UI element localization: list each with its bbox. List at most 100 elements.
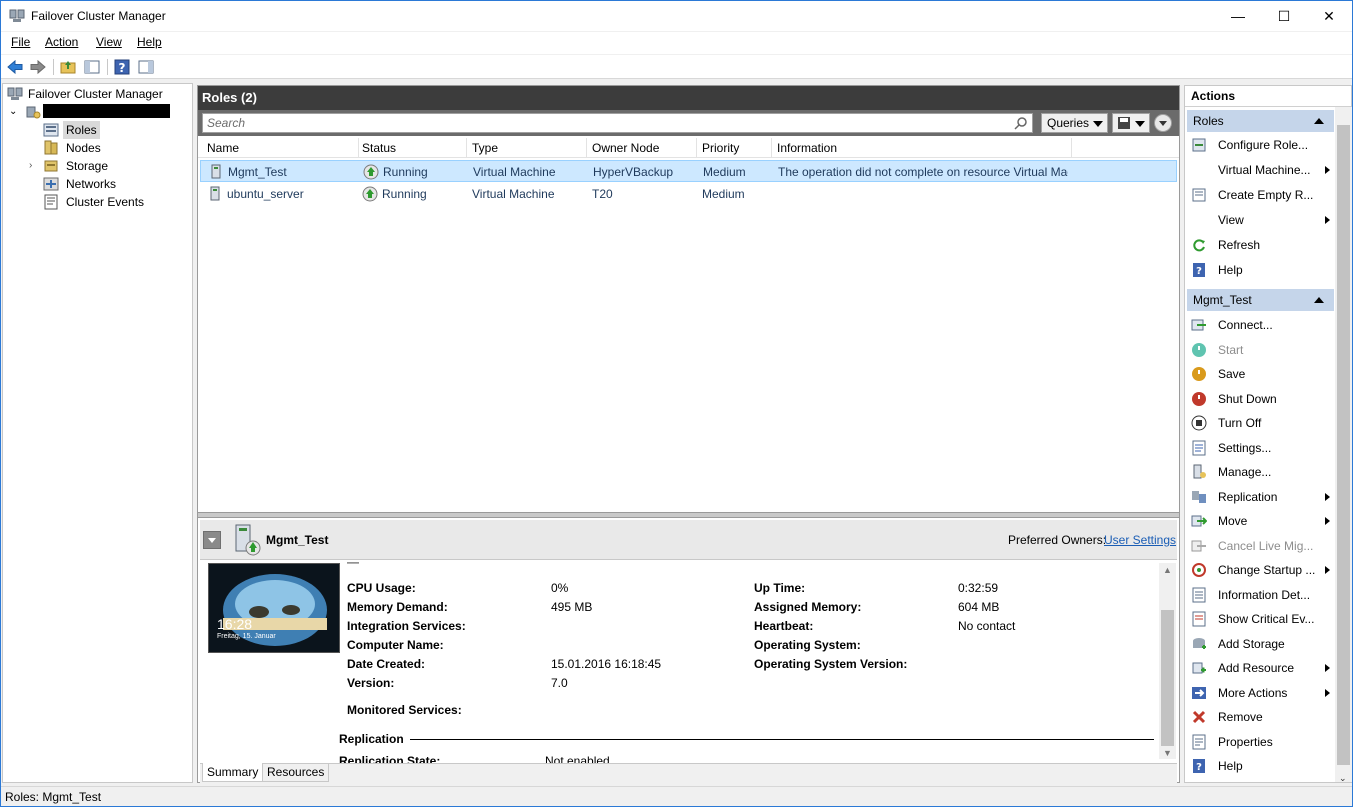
vm-action-5[interactable]: Settings... [1187,436,1334,460]
vm-action-16[interactable]: Remove [1187,705,1334,729]
virtual-machine-icon [210,186,220,201]
svg-text:?: ? [119,61,126,75]
detail-scrollbar[interactable]: ▲ ▼ [1159,563,1176,759]
vm-action-label: Change Startup ... [1218,563,1316,577]
actions-section-vm[interactable]: Mgmt_Test [1187,289,1334,311]
vm-action-11[interactable]: Information Det... [1187,583,1334,607]
column-header-status[interactable]: Status [357,138,467,158]
collapse-section-icon[interactable] [1314,118,1324,124]
vm-action-7[interactable]: Replication [1187,485,1334,509]
vm-action-label: Replication [1218,489,1278,504]
show-hide-action-pane-icon[interactable] [137,58,155,76]
scrollbar-thumb[interactable] [1161,610,1174,746]
menu-view[interactable]: View [96,35,122,49]
actions-section-roles[interactable]: Roles [1187,110,1334,132]
vm-action-10[interactable]: Change Startup ... [1187,558,1334,582]
forward-icon[interactable] [29,58,47,76]
chevron-right-icon[interactable]: › [29,157,32,175]
maximize-button[interactable]: ☐ [1261,1,1307,31]
table-row[interactable]: Mgmt_Test Running Virtual Machine HyperV… [200,160,1177,182]
tab-resources[interactable]: Resources [262,763,330,782]
vm-action-0[interactable]: Connect... [1187,313,1334,337]
back-icon[interactable] [6,58,24,76]
show-hide-tree-icon[interactable] [83,58,101,76]
actions-scrollbar[interactable]: ⌄ [1335,107,1352,784]
row-priority: Medium [703,165,746,179]
vm-action-8[interactable]: Move [1187,509,1334,533]
roles-action-5[interactable]: ? Help [1187,258,1334,282]
pane-splitter[interactable] [198,512,1179,518]
row-information: The operation did not complete on resour… [778,165,1068,179]
menu-help[interactable]: Help [137,35,162,49]
vm-action-label: Add Storage [1218,636,1285,651]
detail-title: Mgmt_Test [266,533,329,547]
column-header-priority[interactable]: Priority [697,138,772,158]
vm-action-label: Connect... [1218,318,1273,332]
scroll-up-icon[interactable]: ▲ [1163,565,1172,575]
minimize-button[interactable]: — [1215,1,1261,31]
vm-action-6[interactable]: Manage... [1187,460,1334,484]
roles-action-label: Refresh [1218,238,1261,252]
roles-action-2[interactable]: Create Empty R... [1187,183,1334,207]
tab-summary[interactable]: Summary [202,763,264,782]
scroll-down-icon[interactable]: ⌄ [1339,773,1347,784]
connect-icon [1191,319,1206,331]
scroll-down-icon[interactable]: ▼ [1163,748,1172,758]
scrollbar-thumb[interactable] [1337,125,1350,765]
integration-services-label: Integration Services: [347,619,466,633]
column-header-owner-node[interactable]: Owner Node [587,138,697,158]
cpu-usage-label: CPU Usage: [347,581,416,595]
start-icon [1192,342,1206,357]
roles-action-1[interactable]: Virtual Machine... [1187,158,1334,182]
search-bar: Search Queries [198,110,1179,136]
roles-action-4[interactable]: Refresh [1187,233,1334,257]
menu-bar: File Action View Help [1,32,1352,54]
column-header-type[interactable]: Type [467,138,587,158]
submenu-arrow-icon [1325,166,1330,174]
row-name: ubuntu_server [227,187,304,201]
vm-action-15[interactable]: More Actions [1187,681,1334,705]
vm-action-14[interactable]: Add Resource [1187,656,1334,680]
vm-action-13[interactable]: Add Storage [1187,632,1334,656]
vm-action-3[interactable]: Shut Down [1187,387,1334,411]
help-icon[interactable]: ? [113,58,131,76]
vm-thumbnail[interactable]: 16:28 Freitag, 15. Januar [208,563,340,653]
vm-action-12[interactable]: Show Critical Ev... [1187,607,1334,631]
vm-action-label: Show Critical Ev... [1218,612,1315,626]
menu-file[interactable]: File [11,35,30,49]
vm-action-4[interactable]: Turn Off [1187,411,1334,435]
chevron-down-icon [1135,121,1145,127]
queries-button[interactable]: Queries [1041,113,1108,133]
roles-action-3[interactable]: View [1187,208,1334,232]
collapse-section-icon[interactable] [1314,297,1324,303]
up-folder-icon[interactable] [59,58,77,76]
user-settings-link[interactable]: User Settings [1104,533,1176,547]
search-icon[interactable] [1014,116,1028,130]
running-status-icon [362,186,378,202]
tree-item-networks-label: Networks [66,177,117,191]
vm-action-18[interactable]: ? Help [1187,754,1334,778]
save-query-button[interactable] [1112,113,1150,133]
vm-action-9[interactable]: Cancel Live Mig... [1187,534,1334,558]
roles-action-0[interactable]: Configure Role... [1187,133,1334,157]
menu-action[interactable]: Action [45,35,78,49]
thumbnail-time: 16:28 [217,616,253,632]
submenu-arrow-icon [1325,492,1330,501]
heartbeat-value: No contact [958,619,1016,633]
date-created-label: Date Created: [347,657,426,671]
chevron-down-icon [1159,121,1167,126]
tree-cluster-node[interactable]: ⌄ [9,103,41,121]
column-header-information[interactable]: Information [772,138,1072,158]
vm-action-2[interactable]: Save [1187,362,1334,386]
expand-collapse-button[interactable] [1154,114,1172,132]
turn-off-icon [1191,415,1207,431]
close-button[interactable]: ✕ [1306,1,1352,31]
vm-action-17[interactable]: Properties [1187,730,1334,754]
collapse-detail-button[interactable] [203,531,221,549]
table-row[interactable]: ubuntu_server Running Virtual Machine T2… [200,183,1177,205]
chevron-down-icon[interactable]: ⌄ [9,103,17,121]
search-input[interactable]: Search [202,113,1033,133]
vm-action-1[interactable]: Start [1187,338,1334,362]
roles-action-label: Create Empty R... [1218,188,1314,202]
column-header-name[interactable]: Name [202,138,359,158]
